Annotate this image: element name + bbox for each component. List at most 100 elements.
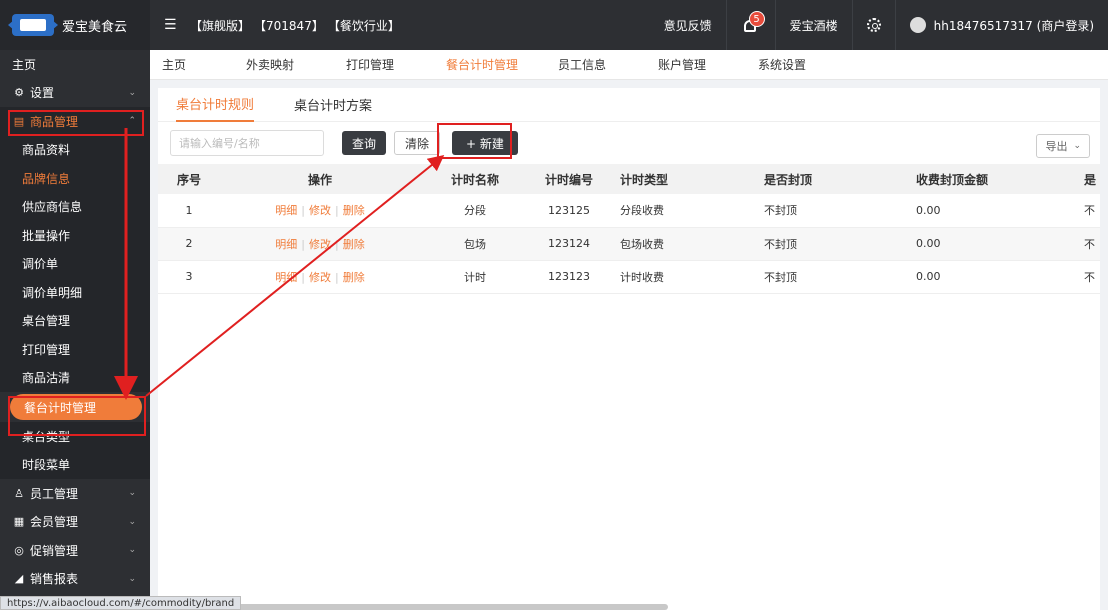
cell-type: 计时收费: [608, 260, 764, 294]
sidebar-item-price-adjust[interactable]: 调价单: [0, 249, 150, 278]
cell-capped: 不封顶: [764, 260, 916, 294]
edit-link[interactable]: 修改: [309, 204, 331, 217]
user-menu[interactable]: hh18476517317 (商户登录): [894, 0, 1108, 50]
edit-link[interactable]: 修改: [309, 238, 331, 251]
sidebar-item-settings[interactable]: ⚙ 设置 ⌄: [0, 79, 150, 108]
sidebar-item-period-menu[interactable]: 时段菜单: [0, 450, 150, 479]
sidebar-item-table-timing[interactable]: 餐台计时管理: [10, 394, 142, 420]
cell-index: 3: [158, 260, 220, 294]
menu-toggle-icon[interactable]: ☰: [164, 17, 180, 33]
edit-link[interactable]: 修改: [309, 271, 331, 284]
tab-takeout-mapping[interactable]: 外卖映射: [246, 56, 334, 73]
brand-logo: [8, 14, 58, 36]
tab-table-timing[interactable]: 餐台计时管理: [446, 56, 546, 73]
cell-code: 123125: [530, 194, 608, 228]
detail-link[interactable]: 明细: [275, 238, 297, 251]
avatar: [909, 17, 926, 33]
user-name: hh18476517317 (商户登录): [933, 18, 1094, 33]
col-header-more: 是: [1084, 164, 1100, 194]
sidebar-item-table-type[interactable]: 桌台类型: [0, 422, 150, 451]
chevron-down-icon: ⌄: [1073, 141, 1081, 151]
cell-name: 计时: [420, 260, 530, 294]
sidebar-item-promo[interactable]: ◎ 促销管理 ⌄: [0, 536, 150, 565]
notification-badge: 5: [748, 11, 765, 27]
timing-rules-table: 序号 操作 计时名称 计时编号 计时类型 是否封顶 收费封顶金额 是 1 明细 |…: [158, 164, 1100, 294]
cell-cap-amount: 0.00: [916, 227, 1084, 261]
tab-staff-info[interactable]: 员工信息: [558, 56, 646, 73]
tab-home[interactable]: 主页: [162, 56, 234, 73]
table-row: 3 明细 | 修改 | 删除 计时 123123 计时收费 不封顶 0.00 不: [158, 260, 1100, 294]
top-bar: 爱宝美食云 ☰ 【旗舰版】 【701847】 【餐饮行业】 意见反馈 5 爱宝酒…: [0, 0, 1108, 50]
query-button[interactable]: 查询: [342, 131, 387, 155]
sidebar-item-table-manage[interactable]: 桌台管理: [0, 306, 150, 335]
sidebar-item-home[interactable]: 主页: [0, 50, 150, 79]
main-content: 桌台计时规则 桌台计时方案 查询 清除 + 新建 导出 ⌄ 序号 操作 计时名称…: [158, 88, 1100, 610]
tab-account[interactable]: 账户管理: [658, 56, 746, 73]
top-nav: 主页 外卖映射 打印管理 餐台计时管理 员工信息 账户管理 系统设置: [150, 50, 1108, 80]
sub-tabs: 桌台计时规则 桌台计时方案: [158, 88, 1100, 122]
cell-type: 分段收费: [608, 194, 764, 228]
table-header-row: 序号 操作 计时名称 计时编号 计时类型 是否封顶 收费封顶金额 是: [158, 164, 1100, 194]
search-input[interactable]: [170, 130, 324, 156]
delete-link[interactable]: 删除: [343, 271, 365, 284]
sidebar-item-brand[interactable]: 品牌信息: [0, 164, 150, 193]
sidebar-item-goods-info[interactable]: 商品资料: [0, 135, 150, 164]
col-header-name: 计时名称: [420, 164, 530, 194]
sidebar-item-label: 促销管理: [30, 543, 79, 558]
sidebar-item-staff[interactable]: ♙ 员工管理 ⌄: [0, 479, 150, 508]
cell-more: 不: [1084, 194, 1100, 228]
brand-name: 爱宝美食云: [62, 19, 128, 35]
clear-button[interactable]: 清除: [394, 131, 441, 155]
sidebar-item-soldout[interactable]: 商品沽清: [0, 363, 150, 392]
status-url: https://v.aibaocloud.com/#/commodity/bra…: [0, 596, 242, 610]
col-header-type: 计时类型: [608, 164, 764, 194]
chevron-down-icon: ⌄: [128, 516, 136, 527]
sidebar-item-sales[interactable]: ◢ 销售报表 ⌄: [0, 565, 150, 594]
chevron-up-icon: ⌃: [128, 116, 136, 127]
delete-link[interactable]: 删除: [343, 238, 365, 251]
sidebar-item-member[interactable]: ▦ 会员管理 ⌄: [0, 508, 150, 537]
delete-link[interactable]: 删除: [343, 204, 365, 217]
export-button[interactable]: 导出 ⌄: [1036, 134, 1090, 158]
cell-actions: 明细 | 修改 | 删除: [220, 260, 420, 294]
tab-print[interactable]: 打印管理: [346, 56, 434, 73]
sidebar-item-batch[interactable]: 批量操作: [0, 221, 150, 250]
tab-timing-rules[interactable]: 桌台计时规则: [176, 88, 255, 122]
cell-actions: 明细 | 修改 | 删除: [220, 194, 420, 228]
notification-button[interactable]: 5: [725, 0, 775, 50]
detail-link[interactable]: 明细: [275, 271, 297, 284]
sidebar-item-goods[interactable]: ▤ 商品管理 ⌃: [0, 107, 150, 136]
sidebar-item-supplier[interactable]: 供应商信息: [0, 192, 150, 221]
feedback-link[interactable]: 意见反馈: [650, 0, 726, 50]
toolbar: 查询 清除 + 新建: [158, 122, 1100, 164]
chevron-down-icon: ⌄: [128, 488, 136, 499]
gear-icon: [866, 18, 881, 32]
cell-index: 1: [158, 194, 220, 228]
cell-index: 2: [158, 227, 220, 261]
new-button[interactable]: + 新建: [452, 131, 518, 155]
col-header-index: 序号: [158, 164, 220, 194]
table-row: 1 明细 | 修改 | 删除 分段 123125 分段收费 不封顶 0.00 不: [158, 194, 1100, 228]
chart-icon: ◢: [14, 572, 24, 586]
tab-timing-plans[interactable]: 桌台计时方案: [294, 88, 372, 122]
col-header-code: 计时编号: [530, 164, 608, 194]
sidebar-item-print[interactable]: 打印管理: [0, 335, 150, 364]
detail-link[interactable]: 明细: [275, 204, 297, 217]
export-label: 导出: [1045, 140, 1068, 153]
table-row: 2 明细 | 修改 | 删除 包场 123124 包场收费 不封顶 0.00 不: [158, 227, 1100, 261]
store-name[interactable]: 爱宝酒楼: [774, 0, 852, 50]
cell-cap-amount: 0.00: [916, 194, 1084, 228]
sidebar-item-label: 会员管理: [30, 515, 79, 530]
sidebar-item-label: 商品管理: [30, 114, 79, 129]
sidebar-item-label: 员工管理: [30, 486, 79, 501]
cell-capped: 不封顶: [764, 194, 916, 228]
chevron-down-icon: ⌄: [128, 87, 136, 98]
edition-tag: 【旗舰版】: [190, 18, 251, 33]
col-header-capped: 是否封顶: [764, 164, 916, 194]
tab-system-settings[interactable]: 系统设置: [758, 56, 846, 73]
logo-area[interactable]: 爱宝美食云: [0, 0, 150, 50]
sidebar-item-price-adjust-detail[interactable]: 调价单明细: [0, 278, 150, 307]
cell-code: 123124: [530, 227, 608, 261]
settings-button[interactable]: [851, 0, 895, 50]
chevron-down-icon: ⌄: [128, 545, 136, 556]
